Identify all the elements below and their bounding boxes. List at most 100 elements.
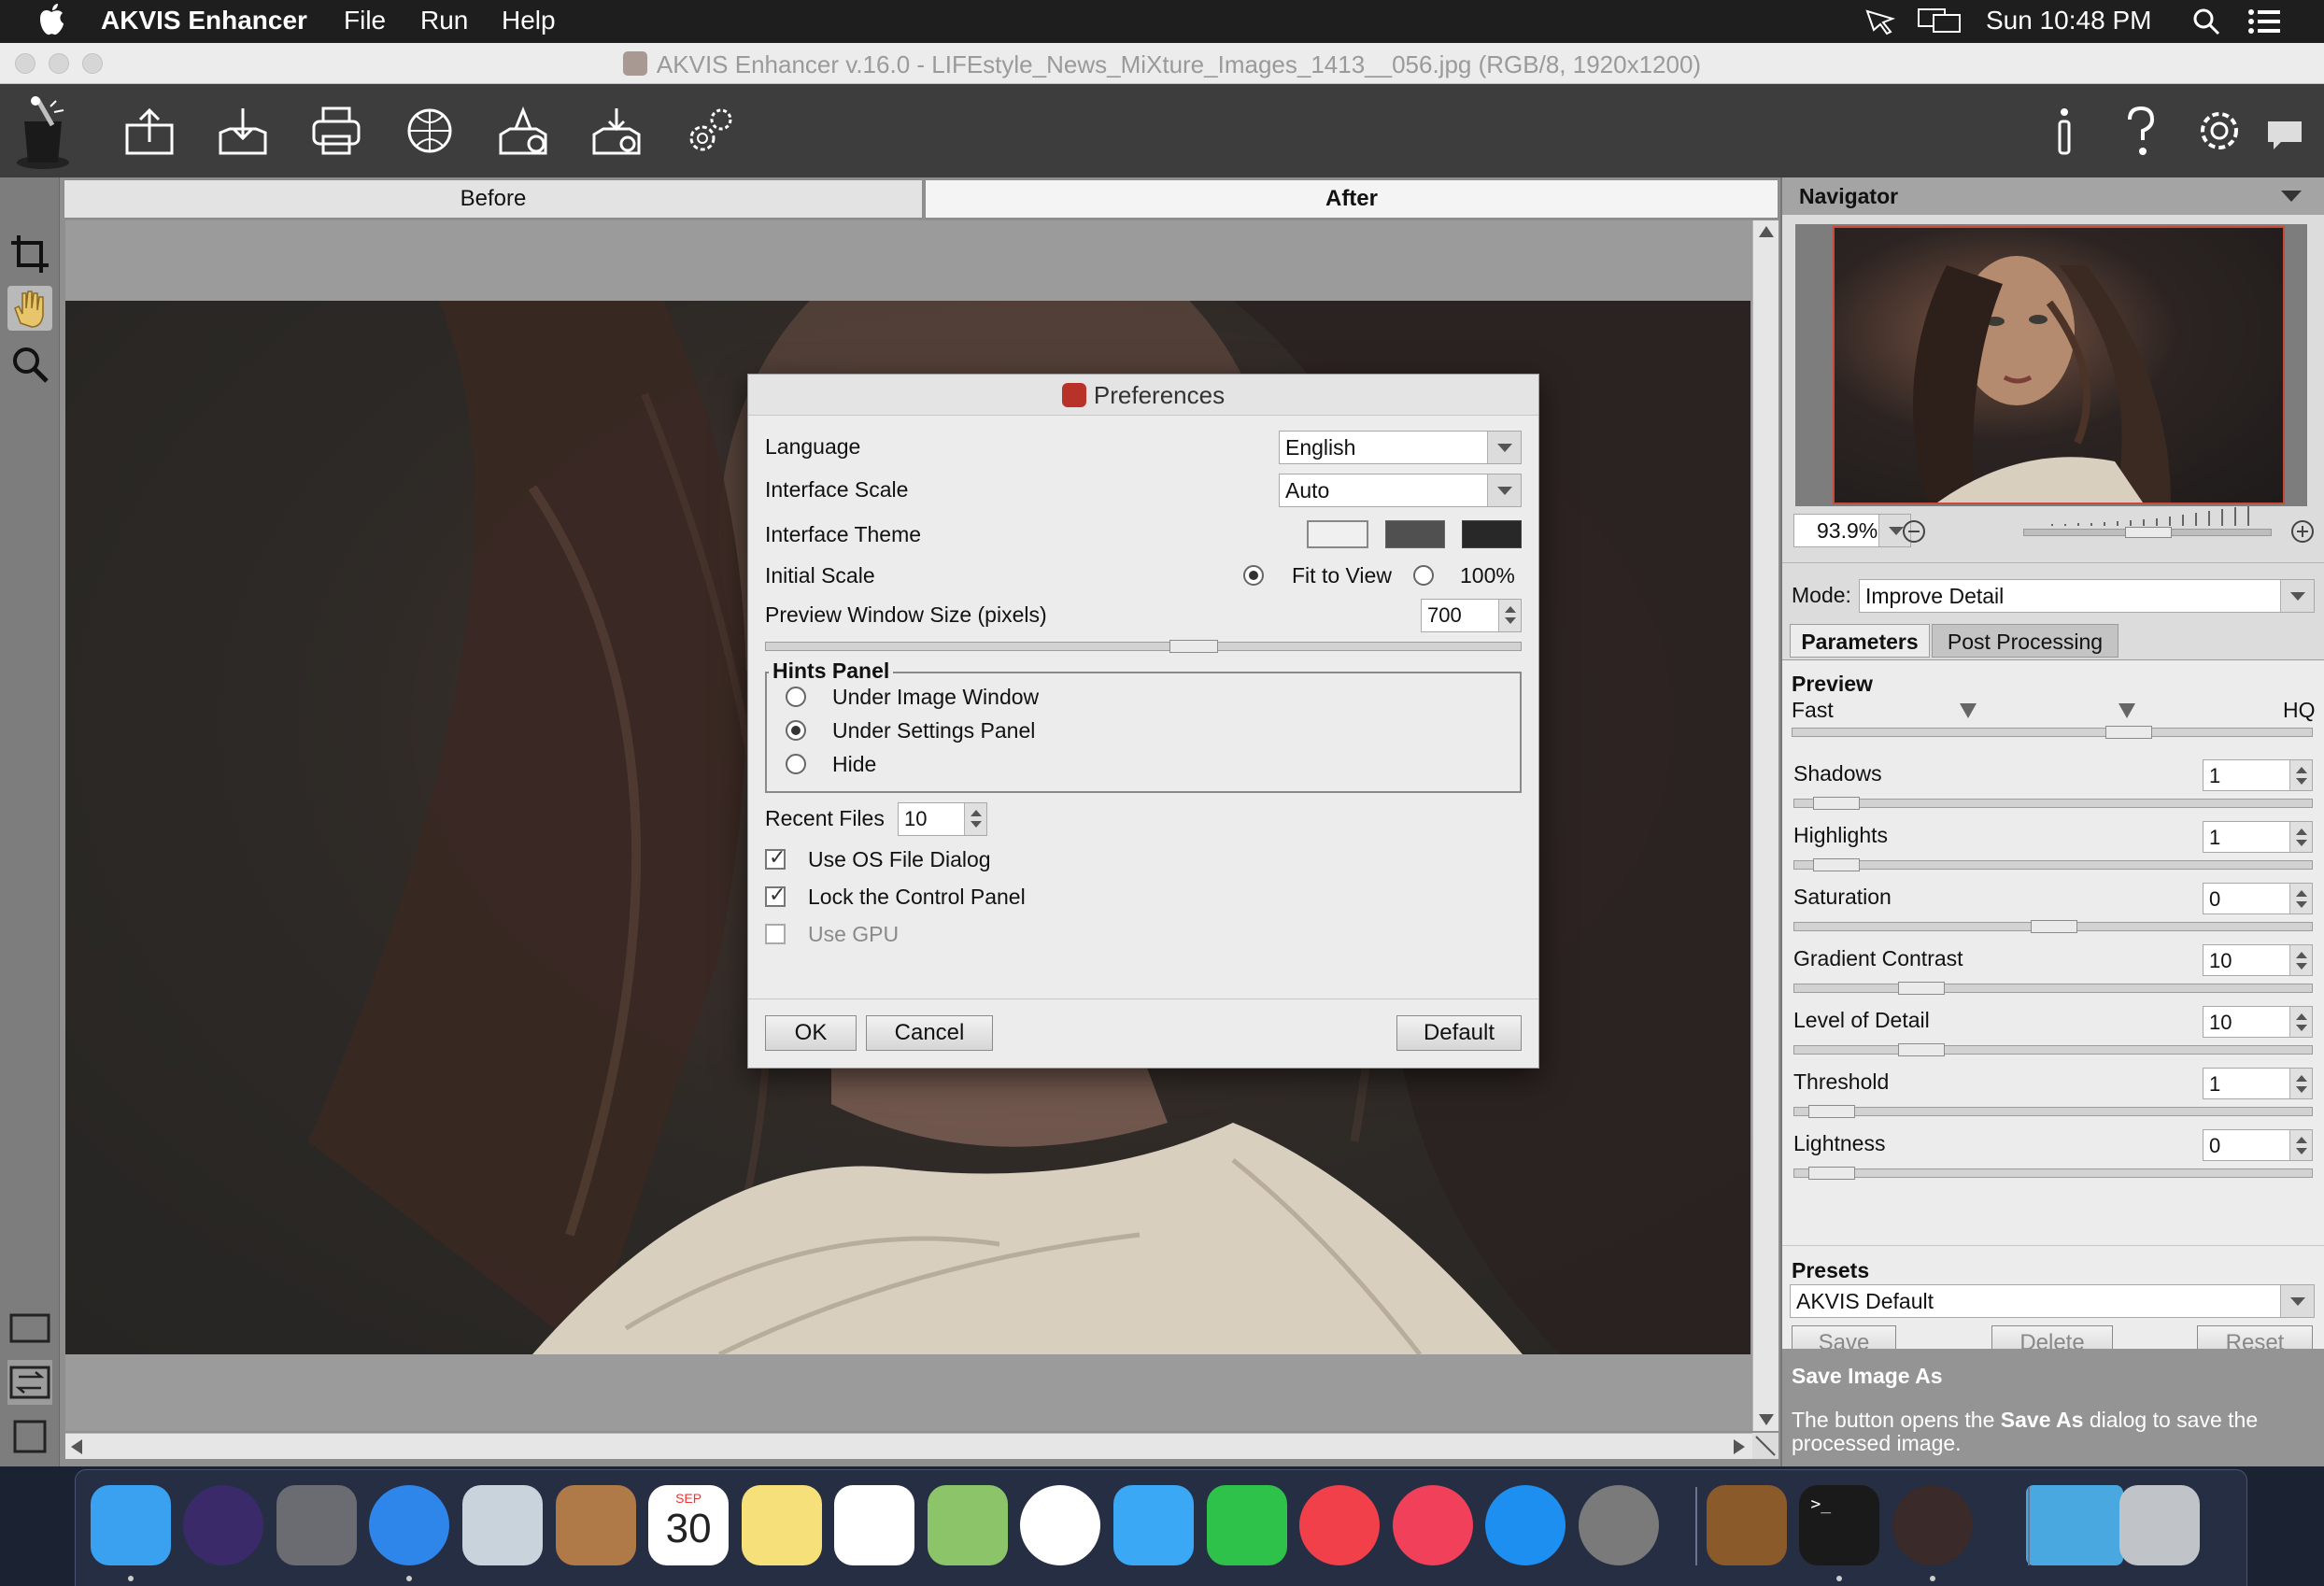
parameter-value-spinner[interactable]: 10 — [2203, 944, 2313, 976]
scroll-right-arrow-icon[interactable] — [1734, 1439, 1745, 1454]
open-icon[interactable] — [120, 101, 179, 161]
stepper-arrows-icon[interactable] — [964, 803, 986, 835]
siri-icon[interactable] — [183, 1485, 264, 1565]
books-stack-icon[interactable] — [1706, 1485, 1787, 1565]
preferences-icon[interactable] — [2189, 101, 2249, 161]
akvis-icon[interactable] — [1892, 1485, 1974, 1565]
parameter-value-spinner[interactable]: 0 — [2203, 1129, 2313, 1161]
app-name-menu[interactable]: AKVIS Enhancer — [101, 6, 307, 35]
navigator-thumbnail[interactable] — [1795, 224, 2307, 506]
zoom-icon[interactable] — [7, 342, 52, 387]
parameter-value-spinner[interactable]: 1 — [2203, 759, 2313, 791]
fit-to-view-radio[interactable] — [1243, 565, 1264, 586]
recent-files-spinner[interactable]: 10 — [898, 802, 987, 836]
parameter-value-spinner[interactable]: 10 — [2203, 1006, 2313, 1038]
spotlight-search-icon[interactable] — [2191, 7, 2221, 36]
parameter-slider[interactable] — [1793, 797, 2313, 810]
help-icon[interactable] — [2111, 101, 2171, 161]
preview-window-size-slider[interactable] — [765, 640, 1522, 653]
stepper-arrows-icon[interactable] — [2289, 884, 2312, 913]
use-os-file-dialog-checkbox[interactable] — [765, 845, 786, 870]
mail-icon[interactable] — [461, 1485, 543, 1565]
scale-100-radio[interactable] — [1413, 565, 1434, 586]
scroll-down-arrow-icon[interactable] — [1759, 1414, 1774, 1425]
parameter-slider-handle[interactable] — [2031, 920, 2077, 933]
preview-window-size-spinner[interactable]: 700 — [1421, 599, 1522, 632]
screenshot-tool-icon[interactable] — [1864, 7, 1896, 35]
hints-option-radio[interactable] — [786, 687, 806, 707]
display-mirroring-icon[interactable] — [1917, 7, 1962, 35]
finder-icon[interactable] — [90, 1485, 171, 1565]
parameter-slider[interactable] — [1793, 1043, 2313, 1056]
parameter-slider[interactable] — [1793, 1167, 2313, 1180]
zoom-slider-handle[interactable] — [2125, 527, 2172, 538]
settings-gear-icon[interactable] — [680, 101, 740, 161]
zoom-out-icon[interactable] — [1900, 517, 1928, 545]
vertical-scrollbar[interactable] — [1752, 220, 1778, 1431]
preview-quality-slider[interactable] — [1792, 726, 2313, 739]
view-swap-icon[interactable] — [7, 1360, 52, 1405]
preview-window-size-handle[interactable] — [1169, 640, 1218, 653]
parameter-slider[interactable] — [1793, 982, 2313, 995]
plugins-icon[interactable] — [587, 101, 646, 161]
calendar-icon[interactable]: SEP 30 — [648, 1485, 730, 1565]
help-menu[interactable]: Help — [502, 6, 556, 35]
tab-after[interactable]: After — [925, 179, 1778, 219]
reminders-icon[interactable] — [834, 1485, 915, 1565]
notification-center-icon[interactable] — [2247, 8, 2281, 35]
presets-select[interactable]: AKVIS Default — [1790, 1284, 2315, 1318]
crop-icon[interactable] — [7, 232, 52, 276]
theme-gray-swatch[interactable] — [1385, 520, 1445, 548]
zoom-in-icon[interactable] — [2289, 517, 2317, 545]
stepper-arrows-icon[interactable] — [2289, 1007, 2312, 1037]
downloads-icon[interactable] — [2026, 1485, 2124, 1565]
trash-icon[interactable] — [2119, 1485, 2200, 1565]
clock[interactable]: Sun 10:48 PM — [1986, 6, 2151, 35]
zoom-slider[interactable] — [2023, 506, 2272, 538]
tab-before[interactable]: Before — [64, 179, 923, 219]
save-icon[interactable] — [213, 101, 273, 161]
stepper-arrows-icon[interactable] — [2289, 945, 2312, 975]
run-menu[interactable]: Run — [420, 6, 468, 35]
system-preferences-icon[interactable] — [1578, 1485, 1659, 1565]
horizontal-scrollbar[interactable] — [65, 1433, 1752, 1459]
parameter-value-spinner[interactable]: 0 — [2203, 883, 2313, 914]
terminal-icon[interactable]: >_ — [1799, 1485, 1880, 1565]
notes-icon[interactable] — [741, 1485, 822, 1565]
news-icon[interactable] — [1299, 1485, 1381, 1565]
maps-icon[interactable] — [927, 1485, 1008, 1565]
parameter-value-spinner[interactable]: 1 — [2203, 821, 2313, 853]
hints-option-radio[interactable] — [786, 720, 806, 741]
cancel-button[interactable]: Cancel — [866, 1015, 993, 1051]
apple-menu-icon[interactable] — [37, 3, 65, 38]
parameter-slider-handle[interactable] — [1898, 982, 1945, 995]
theme-dark-swatch[interactable] — [1462, 520, 1522, 548]
scroll-up-arrow-icon[interactable] — [1759, 226, 1774, 237]
preview-slider-handle[interactable] — [2105, 726, 2152, 739]
lock-control-panel-checkbox[interactable] — [765, 883, 786, 907]
photos-icon[interactable] — [1020, 1485, 1101, 1565]
parameter-slider-handle[interactable] — [1813, 797, 1860, 810]
stepper-arrows-icon[interactable] — [2289, 760, 2312, 790]
info-icon[interactable] — [2034, 101, 2094, 161]
hints-icon[interactable] — [2257, 101, 2317, 161]
facetime-icon[interactable] — [1206, 1485, 1287, 1565]
resize-corner-icon[interactable] — [1752, 1433, 1778, 1459]
launchpad-icon[interactable] — [276, 1485, 357, 1565]
contacts-icon[interactable] — [555, 1485, 636, 1565]
view-single-icon[interactable] — [7, 1306, 52, 1351]
parameter-slider-handle[interactable] — [1813, 858, 1860, 871]
messages-icon[interactable] — [1113, 1485, 1194, 1565]
parameter-value-spinner[interactable]: 1 — [2203, 1068, 2313, 1099]
music-icon[interactable] — [1392, 1485, 1473, 1565]
app-store-icon[interactable] — [1485, 1485, 1566, 1565]
parameter-slider-handle[interactable] — [1808, 1167, 1855, 1180]
theme-light-swatch[interactable] — [1307, 520, 1368, 548]
parameter-slider-handle[interactable] — [1808, 1105, 1855, 1118]
stepper-arrows-icon[interactable] — [2289, 1069, 2312, 1098]
print-icon[interactable] — [306, 101, 366, 161]
share-icon[interactable] — [400, 101, 460, 161]
collapse-chevron-icon[interactable] — [2281, 191, 2302, 202]
navigator-zoom-select[interactable]: 93.9% — [1793, 514, 1911, 547]
language-select[interactable]: English — [1279, 431, 1522, 464]
